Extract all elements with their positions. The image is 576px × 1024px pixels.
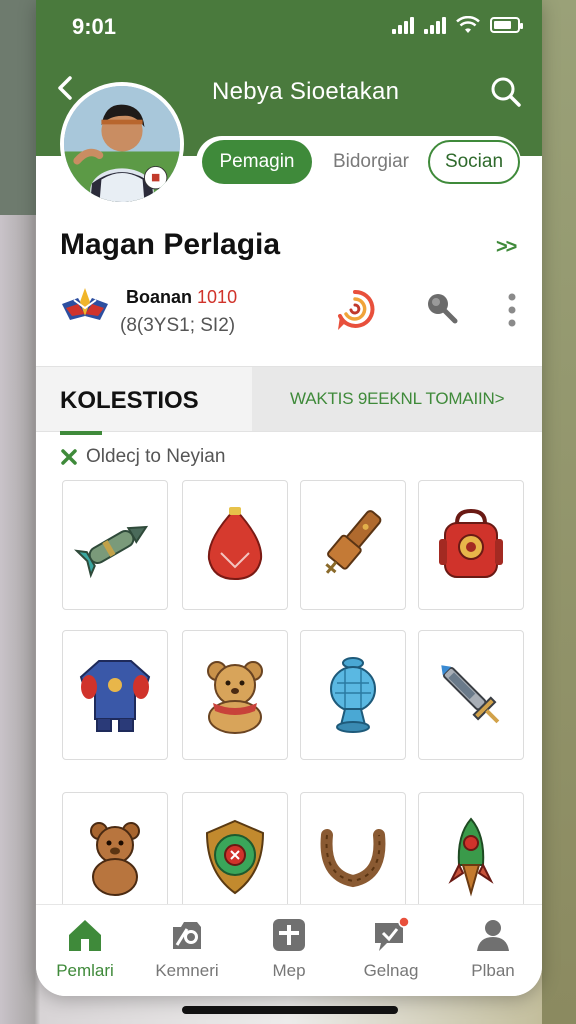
teddy-bear-scarf-item-icon [207,661,263,734]
silver-syringe-item-icon [441,665,500,724]
plus-box-icon [273,919,305,951]
cellular-signal-2-icon [424,16,446,34]
collection-card[interactable] [300,480,406,610]
filter-row[interactable]: Oldecj to Neyian [60,446,225,468]
collection-card[interactable] [300,630,406,760]
blue-vase-item-icon [330,657,376,733]
nav-item-camera[interactable]: Kemneri [142,915,232,991]
chat-icon [375,916,410,951]
avatar[interactable] [60,82,184,206]
collection-card[interactable] [300,792,406,922]
collection-card[interactable] [418,480,524,610]
section-underline [60,431,102,435]
green-rocket-item-icon [73,525,149,579]
nav-item-profile[interactable]: Plban [448,915,538,991]
search-icon[interactable] [488,74,524,110]
filter-label: Oldecj to Neyian [86,446,226,467]
nav-label: Pemlari [56,961,114,980]
background-left [0,0,36,215]
collection-card[interactable] [418,630,524,760]
team-name-label: Boanan [126,287,193,307]
team-badge-icon [62,288,108,320]
nav-item-chat[interactable]: Gelnag [346,915,436,991]
section-link-area: WAKTIS 9EEKNL TOMAIIN> [252,367,542,431]
status-time: 9:01 [72,14,117,39]
cross-tools-icon [61,449,77,465]
collection-card[interactable] [182,630,288,760]
wifi-icon [456,16,480,33]
nav-item-home[interactable]: Pemlari [40,915,130,991]
more-button[interactable]: >> [496,236,517,259]
more-options-icon[interactable] [506,292,518,328]
collection-section-bar: KOLESTIOS WAKTIS 9EEKNL TOMAIIN> [36,366,542,435]
blue-jacket-item-icon [79,660,151,732]
collection-card[interactable] [182,480,288,610]
swirl-emblem-icon[interactable] [332,286,378,332]
red-gem-item-icon [207,507,263,581]
wooden-bat-item-icon [325,510,382,574]
profile-tabs: Pemagin Bidorgiar Socian [196,136,521,190]
collection-card[interactable] [62,792,168,922]
cellular-signal-icon [392,16,414,34]
green-shield-item-icon [205,819,265,895]
phone-screen: 9:01 Nebya Sioetakan Pemagin Bidorgiar S… [36,0,542,996]
rope-horseshoe-item-icon [320,829,386,888]
team-stats: (8(3YS1; SI2) [120,315,236,336]
camera-icon [173,922,201,949]
profile-name: Magan Perlagia [60,228,281,261]
section-title: KOLESTIOS [60,387,199,414]
home-icon [69,920,101,951]
status-bar: 9:01 [36,0,542,52]
red-backpack-item-icon [439,508,503,578]
section-link[interactable]: WAKTIS 9EEKNL TOMAIIN> [290,389,505,409]
nav-label: Plban [471,961,515,980]
collection-card[interactable] [62,630,168,760]
status-icons [392,16,523,34]
collection-card[interactable] [182,792,288,922]
section-title-area: KOLESTIOS [36,367,252,431]
back-button[interactable] [52,72,80,104]
header-title: Nebya Sioetakan [212,78,400,105]
green-rocket-small-item-icon [448,817,494,897]
battery-icon [490,17,523,33]
person-icon [477,920,509,951]
tab-socian[interactable]: Socian [428,140,520,184]
team-name: Boanan 1010 [126,287,237,308]
team-number: 1010 [197,287,238,307]
home-indicator[interactable] [182,1006,398,1014]
nav-label: Gelnag [363,961,419,980]
nav-item-map[interactable]: Mep [244,915,334,991]
tab-bidorgiar[interactable]: Bidorgiar [316,140,426,184]
collection-card[interactable] [62,480,168,610]
brown-teddy-item-icon [90,822,140,896]
magnifier-icon[interactable] [424,290,458,324]
collection-card[interactable] [418,792,524,922]
nav-label: Mep [272,961,306,980]
battery-level [494,21,511,29]
background-right [542,0,576,1024]
player-photo [64,86,180,202]
nav-label: Kemneri [155,961,219,980]
tab-pemagin[interactable]: Pemagin [202,140,312,184]
bottom-nav: Pemlari Kemneri Mep Gelnag Plban [36,904,542,996]
